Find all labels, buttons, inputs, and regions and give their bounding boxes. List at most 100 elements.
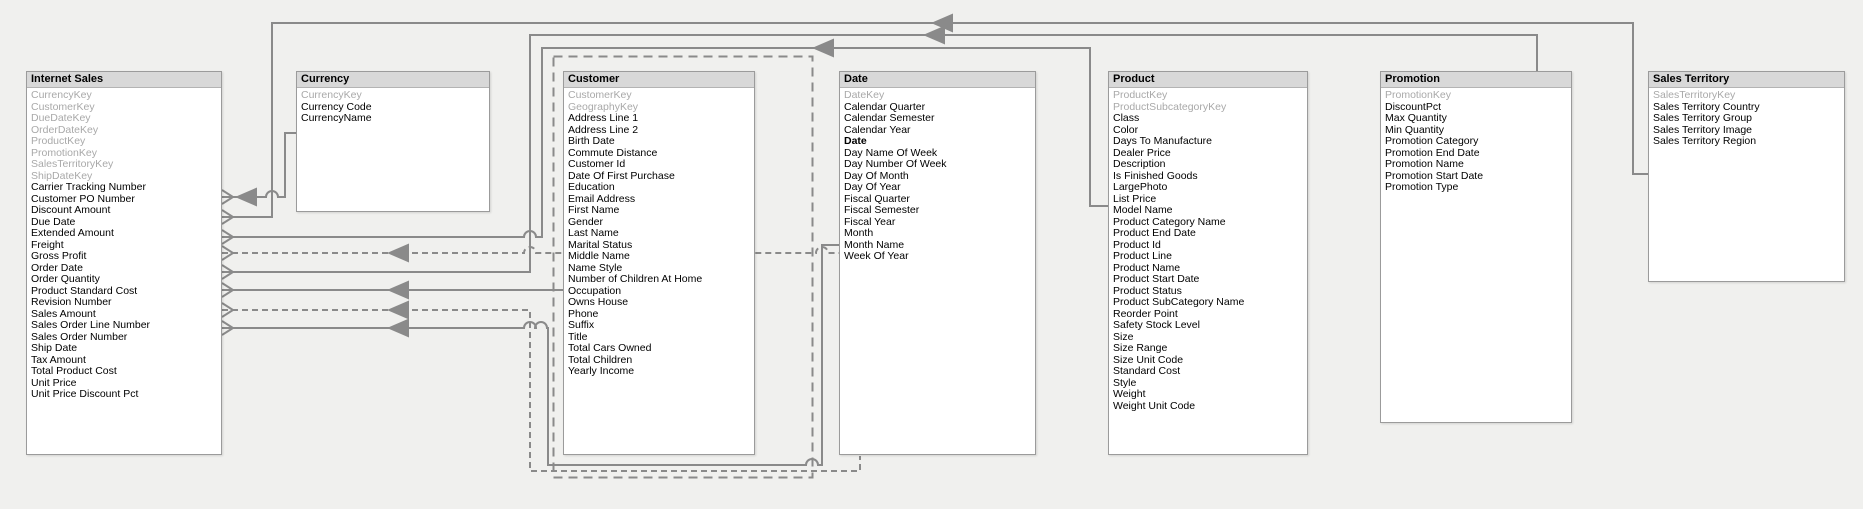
field-label[interactable]: Fiscal Year [840,217,1035,229]
field-label[interactable]: GeographyKey [564,102,754,114]
field-label[interactable]: Number of Children At Home [564,274,754,286]
field-label[interactable]: Color [1109,125,1307,137]
table-product[interactable]: Product ProductKeyProductSubcategoryKeyC… [1108,71,1308,455]
field-label[interactable]: Day Name Of Week [840,148,1035,160]
field-label[interactable]: Sales Order Number [27,332,221,344]
table-title[interactable]: Sales Territory [1649,72,1844,88]
field-label[interactable]: Style [1109,378,1307,390]
field-label[interactable]: Fiscal Semester [840,205,1035,217]
table-title[interactable]: Customer [564,72,754,88]
field-label[interactable]: Promotion Name [1381,159,1571,171]
field-label[interactable]: Discount Amount [27,205,221,217]
field-label[interactable]: Month Name [840,240,1035,252]
field-label[interactable]: CurrencyKey [27,90,221,102]
table-title[interactable]: Internet Sales [27,72,221,88]
field-label[interactable]: Order Quantity [27,274,221,286]
field-label[interactable]: Extended Amount [27,228,221,240]
field-label[interactable]: Calendar Semester [840,113,1035,125]
field-label[interactable]: Product Standard Cost [27,286,221,298]
field-label[interactable]: Total Cars Owned [564,343,754,355]
field-label[interactable]: Tax Amount [27,355,221,367]
field-label[interactable]: Product Name [1109,263,1307,275]
field-label[interactable]: Address Line 2 [564,125,754,137]
table-title[interactable]: Product [1109,72,1307,88]
field-label[interactable]: SalesTerritoryKey [27,159,221,171]
field-label[interactable]: Day Of Month [840,171,1035,183]
field-label[interactable]: Product Line [1109,251,1307,263]
field-label[interactable]: Title [564,332,754,344]
field-label[interactable]: Due Date [27,217,221,229]
field-label[interactable]: Unit Price Discount Pct [27,389,221,401]
field-label[interactable]: Weight [1109,389,1307,401]
diagram-canvas[interactable]: Internet Sales CurrencyKey CustomerKey Due… [0,0,1863,509]
field-label[interactable]: PromotionKey [27,148,221,160]
field-label[interactable]: Product SubCategory Name [1109,297,1307,309]
field-label[interactable]: Gender [564,217,754,229]
table-promotion[interactable]: Promotion PromotionKeyDiscountPctMax Qua… [1380,71,1572,423]
field-label[interactable]: Ship Date [27,343,221,355]
field-label[interactable]: CurrencyKey [297,90,489,102]
field-label[interactable]: Owns House [564,297,754,309]
field-label[interactable]: CustomerKey [564,90,754,102]
field-label[interactable]: Product Category Name [1109,217,1307,229]
field-label[interactable]: Day Of Year [840,182,1035,194]
field-label[interactable]: Days To Manufacture [1109,136,1307,148]
table-sales-territory[interactable]: Sales Territory SalesTerritoryKey Sales T… [1648,71,1845,282]
field-label[interactable]: Dealer Price [1109,148,1307,160]
relationship-line-internet-sales-ship-date[interactable] [222,310,860,471]
table-customer[interactable]: Customer CustomerKeyGeographyKeyAddress … [563,71,755,455]
field-label[interactable]: Month [840,228,1035,240]
field-label[interactable]: Freight [27,240,221,252]
field-label[interactable]: Size Unit Code [1109,355,1307,367]
field-label[interactable]: List Price [1109,194,1307,206]
field-label[interactable]: Size Range [1109,343,1307,355]
field-label[interactable]: Description [1109,159,1307,171]
field-label[interactable]: Revision Number [27,297,221,309]
field-label[interactable]: Is Finished Goods [1109,171,1307,183]
field-label[interactable]: Date [840,136,1035,148]
field-label[interactable]: First Name [564,205,754,217]
table-date[interactable]: Date DateKeyCalendar QuarterCalendar Sem… [839,71,1036,455]
table-title[interactable]: Promotion [1381,72,1571,88]
field-label[interactable]: Day Number Of Week [840,159,1035,171]
field-label[interactable]: Occupation [564,286,754,298]
field-label[interactable]: Sales Territory Region [1649,136,1844,148]
field-label[interactable]: Reorder Point [1109,309,1307,321]
field-label[interactable]: Address Line 1 [564,113,754,125]
field-label[interactable]: Product Start Date [1109,274,1307,286]
field-label[interactable]: Order Date [27,263,221,275]
field-label[interactable]: CurrencyName [297,113,489,125]
table-internet-sales[interactable]: Internet Sales CurrencyKeyCustomerKeyDue… [26,71,222,455]
field-label[interactable]: Sales Territory Group [1649,113,1844,125]
table-title[interactable]: Currency [297,72,489,88]
field-label[interactable]: Product Status [1109,286,1307,298]
field-label[interactable]: Product Id [1109,240,1307,252]
field-label[interactable]: PromotionKey [1381,90,1571,102]
field-label[interactable]: SalesTerritoryKey [1649,90,1844,102]
field-label[interactable]: Fiscal Quarter [840,194,1035,206]
field-label[interactable]: Size [1109,332,1307,344]
field-label[interactable]: Sales Order Line Number [27,320,221,332]
field-label[interactable]: ProductKey [1109,90,1307,102]
field-label[interactable]: Total Product Cost [27,366,221,378]
field-label[interactable]: Promotion Start Date [1381,171,1571,183]
field-label[interactable]: DiscountPct [1381,102,1571,114]
field-label[interactable]: ProductKey [27,136,221,148]
field-label[interactable]: Standard Cost [1109,366,1307,378]
field-label[interactable]: Gross Profit [27,251,221,263]
field-label[interactable]: Total Children [564,355,754,367]
field-label[interactable]: ShipDateKey [27,171,221,183]
field-label[interactable]: Calendar Quarter [840,102,1035,114]
table-currency[interactable]: Currency CurrencyKeyCurrency CodeCurrenc… [296,71,490,212]
field-label[interactable]: Customer Id [564,159,754,171]
field-label[interactable]: Name Style [564,263,754,275]
field-label[interactable]: Class [1109,113,1307,125]
field-label[interactable]: Sales Amount [27,309,221,321]
field-label[interactable]: Sales Territory Image [1649,125,1844,137]
field-label[interactable]: OrderDateKey [27,125,221,137]
field-label[interactable]: ProductSubcategoryKey [1109,102,1307,114]
table-title[interactable]: Date [840,72,1035,88]
field-label[interactable]: Phone [564,309,754,321]
field-label[interactable]: Unit Price [27,378,221,390]
field-label[interactable]: Last Name [564,228,754,240]
